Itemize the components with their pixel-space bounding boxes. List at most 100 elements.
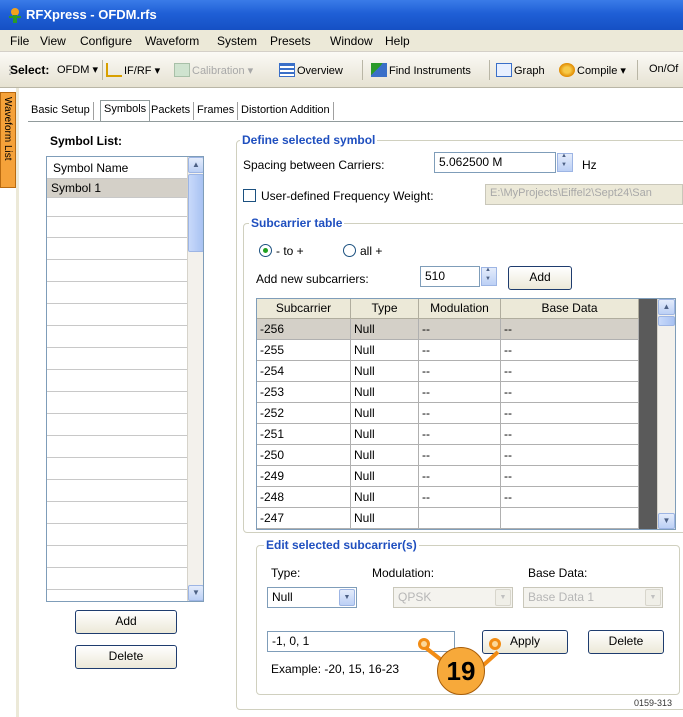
cell-subcarrier[interactable]: -252 [257, 403, 351, 424]
cell-type[interactable]: Null [351, 319, 419, 340]
radio-to[interactable] [259, 244, 272, 257]
cell-subcarrier[interactable]: -255 [257, 340, 351, 361]
graph-button[interactable]: Graph [496, 63, 545, 77]
cell-type[interactable]: Null [351, 382, 419, 403]
menu-system[interactable]: System [217, 34, 257, 48]
add-count-input[interactable]: 510 [420, 266, 480, 287]
cell-base-data[interactable]: -- [501, 403, 639, 424]
scroll-up-icon[interactable]: ▲ [188, 157, 203, 173]
menu-help[interactable]: Help [385, 34, 410, 48]
cell-subcarrier[interactable]: -256 [257, 319, 351, 340]
type-label: Type: [271, 566, 301, 580]
col-base-data[interactable]: Base Data [501, 299, 639, 319]
cell-base-data[interactable]: -- [501, 319, 639, 340]
delete-subcarrier-button[interactable]: Delete [588, 630, 664, 654]
cell-type[interactable]: Null [351, 403, 419, 424]
cell-modulation[interactable]: -- [419, 361, 501, 382]
menu-presets[interactable]: Presets [270, 34, 311, 48]
cell-modulation[interactable]: -- [419, 487, 501, 508]
col-type[interactable]: Type [351, 299, 419, 319]
on-off-button[interactable]: On/Of [649, 63, 678, 75]
cell-subcarrier[interactable]: -248 [257, 487, 351, 508]
chevron-down-icon: ▾ [154, 65, 161, 77]
cell-base-data[interactable]: -- [501, 340, 639, 361]
add-count-spinner[interactable] [481, 267, 497, 286]
cell-modulation[interactable]: -- [419, 382, 501, 403]
graph-icon [496, 63, 512, 77]
cell-type[interactable]: Null [351, 340, 419, 361]
cell-subcarrier[interactable]: -247 [257, 508, 351, 529]
select-dropdown[interactable]: OFDM ▾ [57, 63, 98, 76]
title-bar: RFXpress - OFDM.rfs [0, 0, 683, 30]
cell-type[interactable]: Null [351, 361, 419, 382]
scroll-up-icon[interactable]: ▲ [658, 299, 675, 315]
menu-file[interactable]: File [10, 34, 29, 48]
spacing-spinner[interactable] [557, 153, 573, 172]
symbol-list[interactable]: Symbol Name Symbol 1 ▲ ▼ [46, 156, 204, 602]
callout-badge: 19 [437, 647, 485, 695]
tab-frames[interactable]: Frames [194, 102, 239, 120]
waveform-list-side-tab[interactable]: Waveform List [0, 92, 16, 188]
menu-view[interactable]: View [40, 34, 66, 48]
cell-base-data[interactable]: -- [501, 361, 639, 382]
tab-basic-setup[interactable]: Basic Setup [28, 102, 94, 120]
spacing-input[interactable]: 5.062500 M [434, 152, 556, 173]
cell-type[interactable]: Null [351, 445, 419, 466]
add-subcarriers-button[interactable]: Add [508, 266, 572, 290]
delete-symbol-button[interactable]: Delete [75, 645, 177, 669]
find-instruments-icon [371, 63, 387, 77]
add-count-label: Add new subcarriers: [256, 272, 369, 286]
cell-base-data[interactable]: -- [501, 382, 639, 403]
symbol-list-scrollbar[interactable]: ▲ ▼ [187, 157, 203, 601]
symbol-name-header[interactable]: Symbol Name [47, 159, 189, 179]
tab-packets[interactable]: Packets [148, 102, 195, 120]
tab-symbols[interactable]: Symbols [100, 100, 151, 121]
cell-subcarrier[interactable]: -249 [257, 466, 351, 487]
type-select[interactable]: Null ▼ [267, 587, 357, 608]
cell-type[interactable]: Null [351, 508, 419, 529]
if-rf-button[interactable]: IF/RF ▾ [106, 63, 160, 77]
cell-subcarrier[interactable]: -251 [257, 424, 351, 445]
menu-waveform[interactable]: Waveform [145, 34, 199, 48]
cell-modulation[interactable]: -- [419, 466, 501, 487]
subcarrier-table[interactable]: Subcarrier Type Modulation Base Data -25… [256, 298, 676, 530]
tab-distortion-addition[interactable]: Distortion Addition [238, 102, 334, 120]
cell-modulation[interactable]: -- [419, 424, 501, 445]
compile-button[interactable]: Compile ▾ [559, 63, 626, 77]
add-symbol-button[interactable]: Add [75, 610, 177, 634]
scroll-down-icon[interactable]: ▼ [188, 585, 203, 601]
menu-configure[interactable]: Configure [80, 34, 132, 48]
cell-modulation[interactable]: -- [419, 403, 501, 424]
cell-base-data[interactable] [501, 508, 639, 529]
cell-subcarrier[interactable]: -254 [257, 361, 351, 382]
cell-modulation[interactable]: -- [419, 319, 501, 340]
calibration-button[interactable]: Calibration ▾ [174, 63, 253, 77]
find-instruments-button[interactable]: Find Instruments [371, 63, 471, 77]
scroll-thumb[interactable] [188, 174, 203, 252]
toolbar-separator [362, 60, 363, 80]
col-subcarrier[interactable]: Subcarrier [257, 299, 351, 319]
frequency-weight-checkbox[interactable] [243, 189, 256, 202]
side-tab-label: Waveform List [2, 97, 13, 161]
cell-base-data[interactable]: -- [501, 445, 639, 466]
overview-button[interactable]: Overview [279, 63, 343, 77]
cell-type[interactable]: Null [351, 424, 419, 445]
scroll-thumb[interactable] [658, 316, 675, 326]
cell-subcarrier[interactable]: -250 [257, 445, 351, 466]
cell-modulation[interactable]: -- [419, 340, 501, 361]
cell-type[interactable]: Null [351, 487, 419, 508]
col-modulation[interactable]: Modulation [419, 299, 501, 319]
cell-subcarrier[interactable]: -253 [257, 382, 351, 403]
radio-all[interactable] [343, 244, 356, 257]
cell-modulation[interactable] [419, 508, 501, 529]
base-data-select: Base Data 1 ▼ [523, 587, 663, 608]
subcarrier-table-scrollbar[interactable]: ▲ ▼ [657, 299, 675, 529]
cell-base-data[interactable]: -- [501, 424, 639, 445]
menu-window[interactable]: Window [330, 34, 373, 48]
cell-type[interactable]: Null [351, 466, 419, 487]
cell-base-data[interactable]: -- [501, 487, 639, 508]
scroll-down-icon[interactable]: ▼ [658, 513, 675, 529]
cell-base-data[interactable]: -- [501, 466, 639, 487]
cell-modulation[interactable]: -- [419, 445, 501, 466]
symbol-row[interactable]: Symbol 1 [47, 179, 189, 198]
